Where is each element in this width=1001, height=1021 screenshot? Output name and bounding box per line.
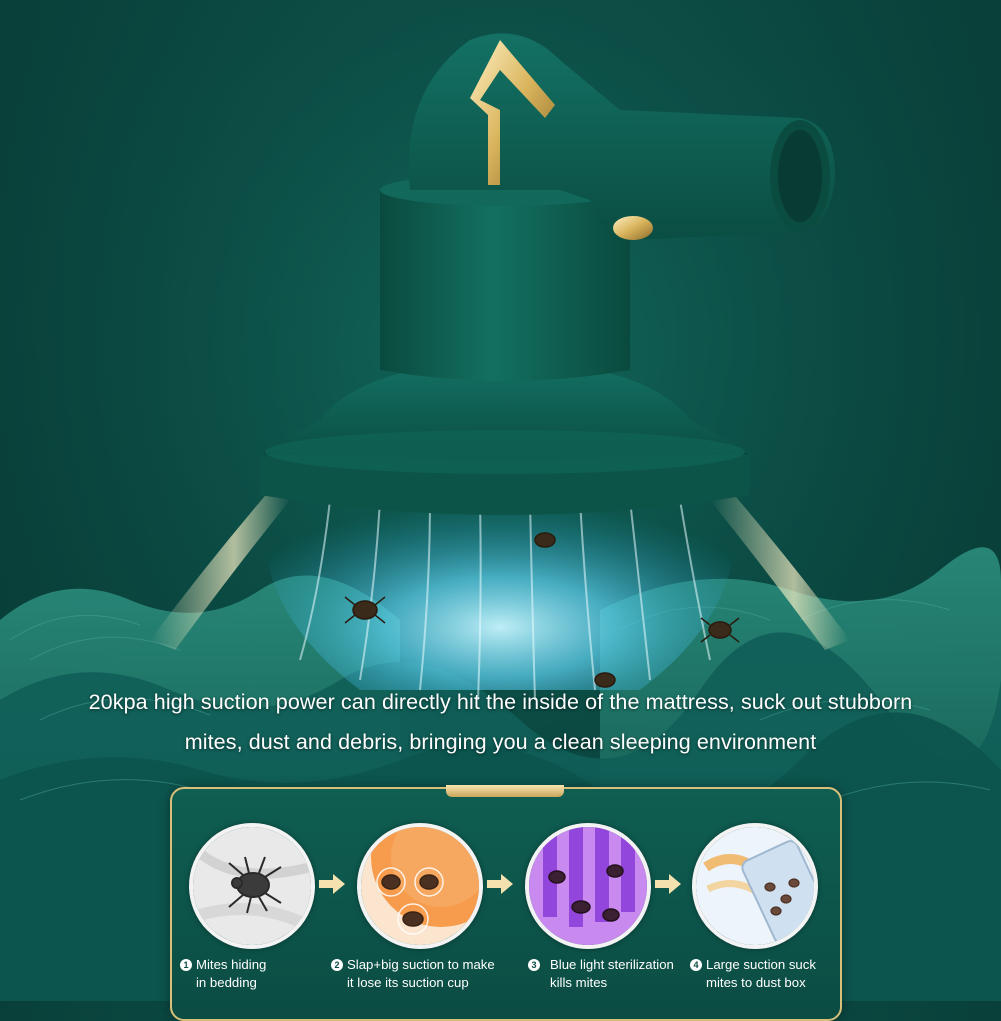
step-2-image — [357, 823, 483, 949]
step-number-badge: 1 — [180, 959, 192, 971]
step-4-image — [692, 823, 818, 949]
arrow-right-icon — [487, 874, 513, 894]
step-3-image — [525, 823, 651, 949]
arrow-right-icon — [655, 874, 681, 894]
step-4-line-2: mites to dust box — [706, 975, 806, 990]
step-2-line-1: Slap+big suction to make — [347, 957, 495, 972]
step-3-line-2: kills mites — [550, 975, 608, 990]
headline-line-2: mites, dust and debris, bringing you a c… — [184, 730, 817, 754]
step-4-line-1: Large suction suck — [706, 957, 816, 972]
step-3-label: 3 Blue light sterilization kills mites — [528, 956, 674, 992]
step-1-line-1: Mites hiding — [196, 957, 267, 972]
step-2-line-2: it lose its suction cup — [347, 975, 469, 990]
step-1-label: 1 Mites hiding in bedding — [180, 956, 266, 992]
arrow-right-icon — [319, 874, 345, 894]
step-number-badge: 3 — [528, 959, 540, 971]
step-4-label: 4 Large suction suck mites to dust box — [690, 956, 816, 992]
step-1-image — [189, 823, 315, 949]
step-1-line-2: in bedding — [196, 975, 257, 990]
panel-gold-tab — [446, 785, 564, 797]
headline-line-1: 20kpa high suction power can directly hi… — [88, 690, 913, 714]
step-2-label: 2 Slap+big suction to make it lose its su… — [331, 956, 495, 992]
step-number-badge: 2 — [331, 959, 343, 971]
step-number-badge: 4 — [690, 959, 702, 971]
step-3-line-1: Blue light sterilization — [550, 957, 674, 972]
